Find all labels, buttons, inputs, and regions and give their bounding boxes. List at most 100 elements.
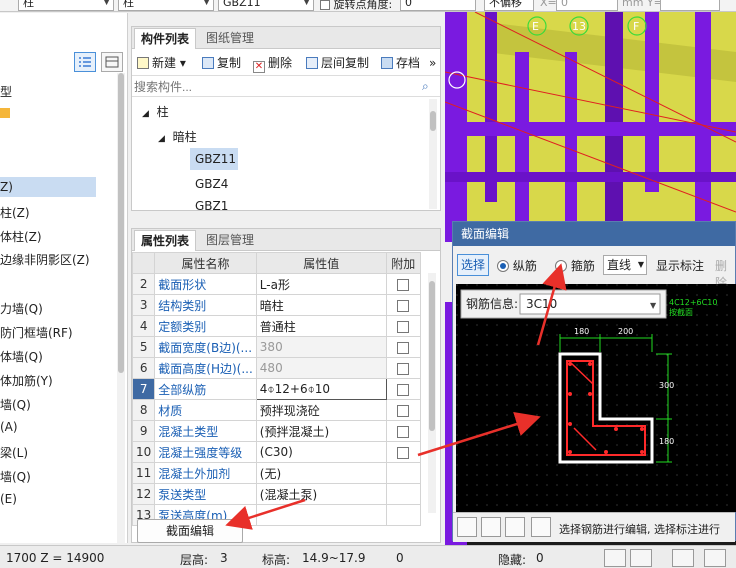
y-input[interactable] (660, 0, 720, 11)
property-value[interactable]: 暗柱 (255, 294, 387, 316)
tree-item[interactable]: 墙(Q) (0, 396, 31, 413)
tree-leaf-gbz1[interactable]: GBZ1 (195, 199, 228, 213)
tree-item[interactable]: (A) (0, 420, 18, 434)
tab-layer-management[interactable]: 图层管理 (200, 230, 260, 251)
rotate-checkbox-box[interactable] (320, 0, 330, 10)
table-row[interactable]: 10 混凝土强度等级 (C30) (131, 441, 421, 463)
detail-view-icon[interactable] (101, 52, 123, 72)
hidden-value: 0 (536, 551, 544, 565)
add-point-tool-icon[interactable] (531, 517, 551, 537)
property-value[interactable]: L-a形 (255, 273, 387, 295)
search-input[interactable] (134, 78, 414, 95)
property-value[interactable] (255, 504, 387, 526)
tree-item[interactable]: 边缘非阴影区(Z) (0, 251, 90, 268)
radio-on-icon[interactable] (497, 260, 509, 272)
tree-item-selected[interactable]: Z) (0, 177, 96, 197)
attach-checkbox[interactable] (397, 446, 410, 459)
tree-node-column[interactable]: ◢ 柱 (142, 103, 169, 120)
snap-toggle-icon[interactable] (630, 549, 652, 567)
perpendicular-tool-icon[interactable] (505, 517, 525, 537)
scroll-thumb[interactable] (429, 281, 435, 431)
tree-item[interactable]: 墙(Q) (0, 468, 31, 485)
table-row[interactable]: 6 截面高度(H边)(... 480 (131, 357, 421, 379)
radio-longitudinal[interactable]: 纵筋 (497, 257, 537, 274)
table-row[interactable]: 5 截面宽度(B边)(... 380 (131, 336, 421, 358)
orthogonal-toggle-icon[interactable] (604, 549, 626, 567)
new-button[interactable]: 新建 ▾ (137, 54, 186, 72)
property-value[interactable]: 380 (255, 336, 387, 358)
table-row[interactable]: 2 截面形状 L-a形 (131, 273, 421, 295)
radio-stirrup[interactable]: 箍筋 (555, 257, 595, 274)
property-value[interactable]: (C30) (255, 441, 387, 463)
table-row[interactable]: 3 结构类别 暗柱 (131, 294, 421, 316)
table-row[interactable]: 11 混凝土外加剂 (无) (131, 462, 421, 484)
more-button[interactable]: » (429, 54, 436, 72)
tree-leaf-gbz4[interactable]: GBZ4 (195, 177, 228, 191)
tree-item[interactable]: 梁(L) (0, 444, 28, 461)
tree-item[interactable]: 体加筋(Y) (0, 372, 53, 389)
angle-toggle-icon[interactable] (704, 549, 726, 567)
property-value[interactable]: 预拌现浇砼 (255, 399, 387, 421)
archive-button[interactable]: 存档 (381, 54, 420, 72)
component-combo[interactable]: GBZ11 ▼ (218, 0, 314, 11)
rebar-info-value: 3C10 (526, 297, 557, 311)
offset-combo[interactable]: 不偏移 (484, 0, 534, 11)
section-edit-button[interactable]: 截面编辑 (137, 519, 243, 543)
property-value[interactable]: (预拌混凝土) (255, 420, 387, 442)
tree-item[interactable]: (E) (0, 492, 17, 506)
corner-tool-icon[interactable] (457, 517, 477, 537)
attach-checkbox[interactable] (397, 383, 410, 396)
scroll-thumb[interactable] (430, 111, 436, 131)
table-row[interactable]: 7 全部纵筋 4⌽12+6⌽10 (131, 378, 421, 400)
cross-toggle-icon[interactable] (672, 549, 694, 567)
property-value[interactable]: (无) (255, 462, 387, 484)
tree-item[interactable]: 柱(Z) (0, 204, 30, 221)
table-row[interactable]: 8 材质 预拌现浇砼 (131, 399, 421, 421)
angle-input[interactable]: 0 (400, 0, 476, 11)
tab-property-list[interactable]: 属性列表 (134, 230, 197, 251)
attach-checkbox[interactable] (397, 320, 410, 333)
category-combo[interactable]: 柱 ▼ (18, 0, 114, 11)
floor-copy-button[interactable]: 层间复制 (306, 54, 369, 72)
tree-item[interactable]: 防门框墙(RF) (0, 324, 73, 341)
list-view-icon[interactable] (74, 52, 96, 72)
line-mode-select[interactable]: 直线 ▼ (603, 255, 647, 275)
delete-button[interactable]: ✕ 删除 (253, 54, 292, 73)
component-scrollbar[interactable] (429, 99, 437, 209)
property-value[interactable]: 4⌽12+6⌽10 (255, 378, 387, 400)
tab-component-list[interactable]: 构件列表 (134, 28, 197, 49)
attach-checkbox[interactable] (397, 341, 410, 354)
radio-off-icon[interactable] (555, 260, 567, 272)
scroll-thumb[interactable] (118, 73, 124, 373)
table-row[interactable]: 9 混凝土类型 (预拌混凝土) (131, 420, 421, 442)
property-scrollbar[interactable] (428, 273, 436, 513)
table-row[interactable]: 4 定额类别 普通柱 (131, 315, 421, 337)
property-value[interactable]: 480 (255, 357, 387, 379)
attach-checkbox[interactable] (397, 425, 410, 438)
attach-checkbox[interactable] (397, 278, 410, 291)
tree-leaf-gbz11[interactable]: GBZ11 (190, 148, 238, 170)
tree-node-hidden-column[interactable]: ◢ 暗柱 (158, 128, 197, 145)
tree-item[interactable]: 力墙(Q) (0, 300, 43, 317)
table-row[interactable]: 12 泵送类型 (混凝土泵) (131, 483, 421, 505)
tree-item[interactable]: 体柱(Z) (0, 228, 42, 245)
left-scrollbar[interactable] (117, 73, 125, 543)
property-value[interactable]: (混凝土泵) (255, 483, 387, 505)
tab-drawing-management[interactable]: 图纸管理 (200, 28, 260, 49)
search-icon[interactable]: ⌕ (422, 79, 429, 94)
tree-item[interactable]: 型 (0, 83, 12, 100)
attach-checkbox[interactable] (397, 362, 410, 375)
property-value[interactable]: 普通柱 (255, 315, 387, 337)
archive-icon (381, 57, 393, 69)
show-annotation-button[interactable]: 显示标注 (656, 257, 704, 274)
select-button[interactable]: 选择 (457, 254, 489, 276)
attach-checkbox[interactable] (397, 299, 410, 312)
section-canvas[interactable]: 钢筋信息: 3C10 ▼ 4C12+6C10 按截面 180 200 300 1… (456, 284, 736, 512)
type-combo[interactable]: 柱 ▼ (118, 0, 214, 11)
line-tool-icon[interactable] (481, 517, 501, 537)
attach-checkbox[interactable] (397, 404, 410, 417)
x-input[interactable]: 0 (556, 0, 618, 11)
copy-button[interactable]: 复制 (202, 54, 241, 72)
rotate-point-checkbox[interactable]: 旋转点角度: (320, 0, 392, 11)
tree-item[interactable]: 体墙(Q) (0, 348, 43, 365)
